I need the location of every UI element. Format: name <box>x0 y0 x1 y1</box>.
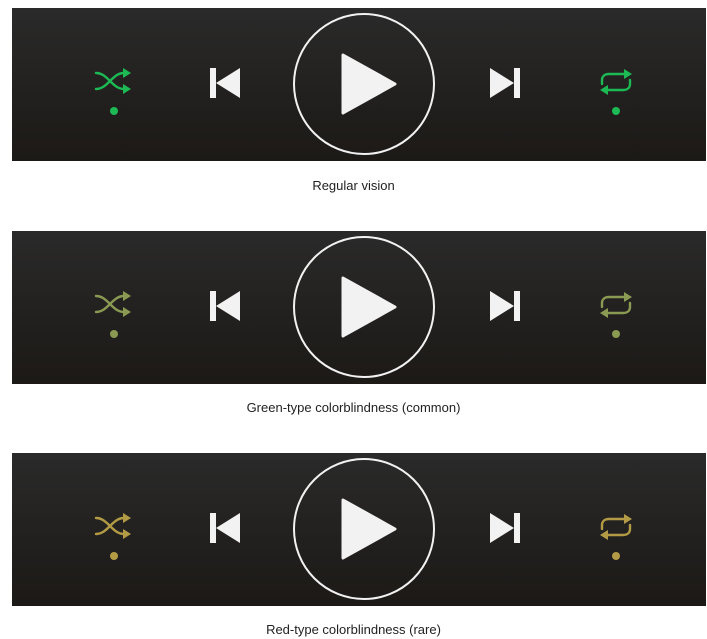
shuffle-active-dot <box>110 330 118 338</box>
skip-previous-icon[interactable] <box>208 289 242 323</box>
play-icon <box>341 53 397 115</box>
skip-previous-icon[interactable] <box>208 66 242 100</box>
player-controls-regular <box>12 8 706 161</box>
shuffle-icon[interactable] <box>94 66 134 96</box>
player-controls-red-type <box>12 453 706 606</box>
play-button[interactable] <box>293 13 435 155</box>
repeat-icon[interactable] <box>596 66 636 98</box>
repeat-icon[interactable] <box>596 289 636 321</box>
play-icon <box>341 276 397 338</box>
play-icon <box>341 498 397 560</box>
shuffle-active-dot <box>110 552 118 560</box>
skip-next-icon[interactable] <box>488 66 522 100</box>
caption-red-type: Red-type colorblindness (rare) <box>266 622 441 637</box>
caption-regular-vision: Regular vision <box>312 178 395 193</box>
repeat-icon[interactable] <box>596 511 636 543</box>
shuffle-active-dot <box>110 107 118 115</box>
skip-next-icon[interactable] <box>488 511 522 545</box>
play-button[interactable] <box>293 458 435 600</box>
skip-previous-icon[interactable] <box>208 511 242 545</box>
skip-next-icon[interactable] <box>488 289 522 323</box>
player-controls-green-type <box>12 231 706 384</box>
repeat-active-dot <box>612 330 620 338</box>
repeat-active-dot <box>612 552 620 560</box>
repeat-active-dot <box>612 107 620 115</box>
shuffle-icon[interactable] <box>94 289 134 319</box>
shuffle-icon[interactable] <box>94 511 134 541</box>
caption-green-type: Green-type colorblindness (common) <box>246 400 461 415</box>
play-button[interactable] <box>293 236 435 378</box>
